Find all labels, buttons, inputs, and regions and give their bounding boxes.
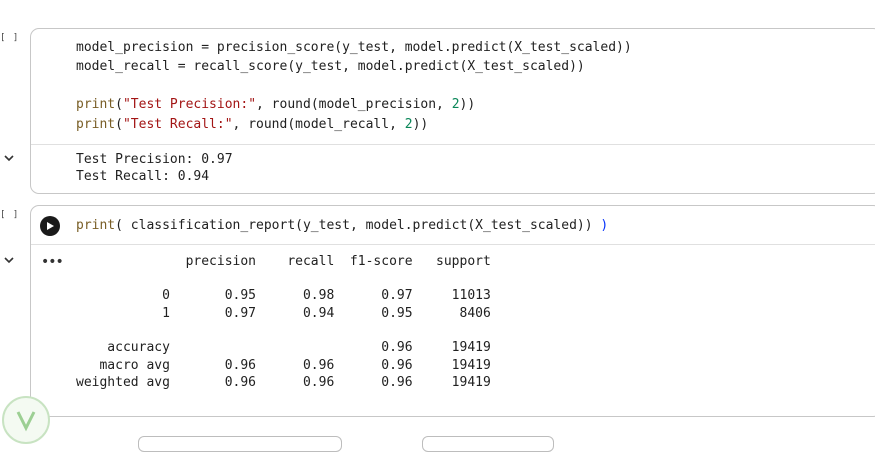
cell2-execution-count: [ ] xyxy=(0,210,20,220)
collapse-output-chevron-icon[interactable] xyxy=(3,152,15,164)
play-icon xyxy=(47,222,54,230)
watermark-logo xyxy=(2,396,50,444)
cell1-execution-count: [ ] xyxy=(0,33,20,43)
code-cell-2[interactable]: print( classification_report(y_test, mod… xyxy=(30,205,875,417)
leaf-logo-icon xyxy=(16,411,36,432)
report-header: precision recall f1-score support xyxy=(76,254,491,269)
collapse-output-chevron-icon-2[interactable] xyxy=(3,254,15,266)
run-cell-button[interactable] xyxy=(40,216,60,236)
report-row-accuracy: accuracy 0.96 19419 xyxy=(76,340,491,355)
bottom-input-box-2[interactable] xyxy=(422,436,554,452)
output-line-precision: Test Precision: 0.97 xyxy=(76,152,233,167)
code-line-5[interactable]: print("Test Recall:", round(model_recall… xyxy=(76,117,428,132)
report-row-macro-avg: macro avg 0.96 0.96 0.96 19419 xyxy=(76,358,491,373)
code-cell-1[interactable]: model_precision = precision_score(y_test… xyxy=(30,28,875,194)
report-row-class-1: 1 0.97 0.94 0.95 8406 xyxy=(76,306,491,321)
code-line-2[interactable]: model_recall = recall_score(y_test, mode… xyxy=(76,59,585,74)
more-options-icon[interactable]: ••• xyxy=(41,254,64,270)
cell1-output-divider xyxy=(31,144,875,145)
output-line-recall: Test Recall: 0.94 xyxy=(76,169,210,184)
report-row-class-0: 0 0.95 0.98 0.97 11013 xyxy=(76,288,491,303)
code-line-1[interactable]: model_precision = precision_score(y_test… xyxy=(76,40,632,55)
code-line-classification-report[interactable]: print( classification_report(y_test, mod… xyxy=(76,218,608,233)
bottom-input-box-1[interactable] xyxy=(138,436,342,452)
code-line-4[interactable]: print("Test Precision:", round(model_pre… xyxy=(76,97,475,112)
cell2-output-divider xyxy=(31,244,875,245)
report-row-weighted-avg: weighted avg 0.96 0.96 0.96 19419 xyxy=(76,375,491,390)
